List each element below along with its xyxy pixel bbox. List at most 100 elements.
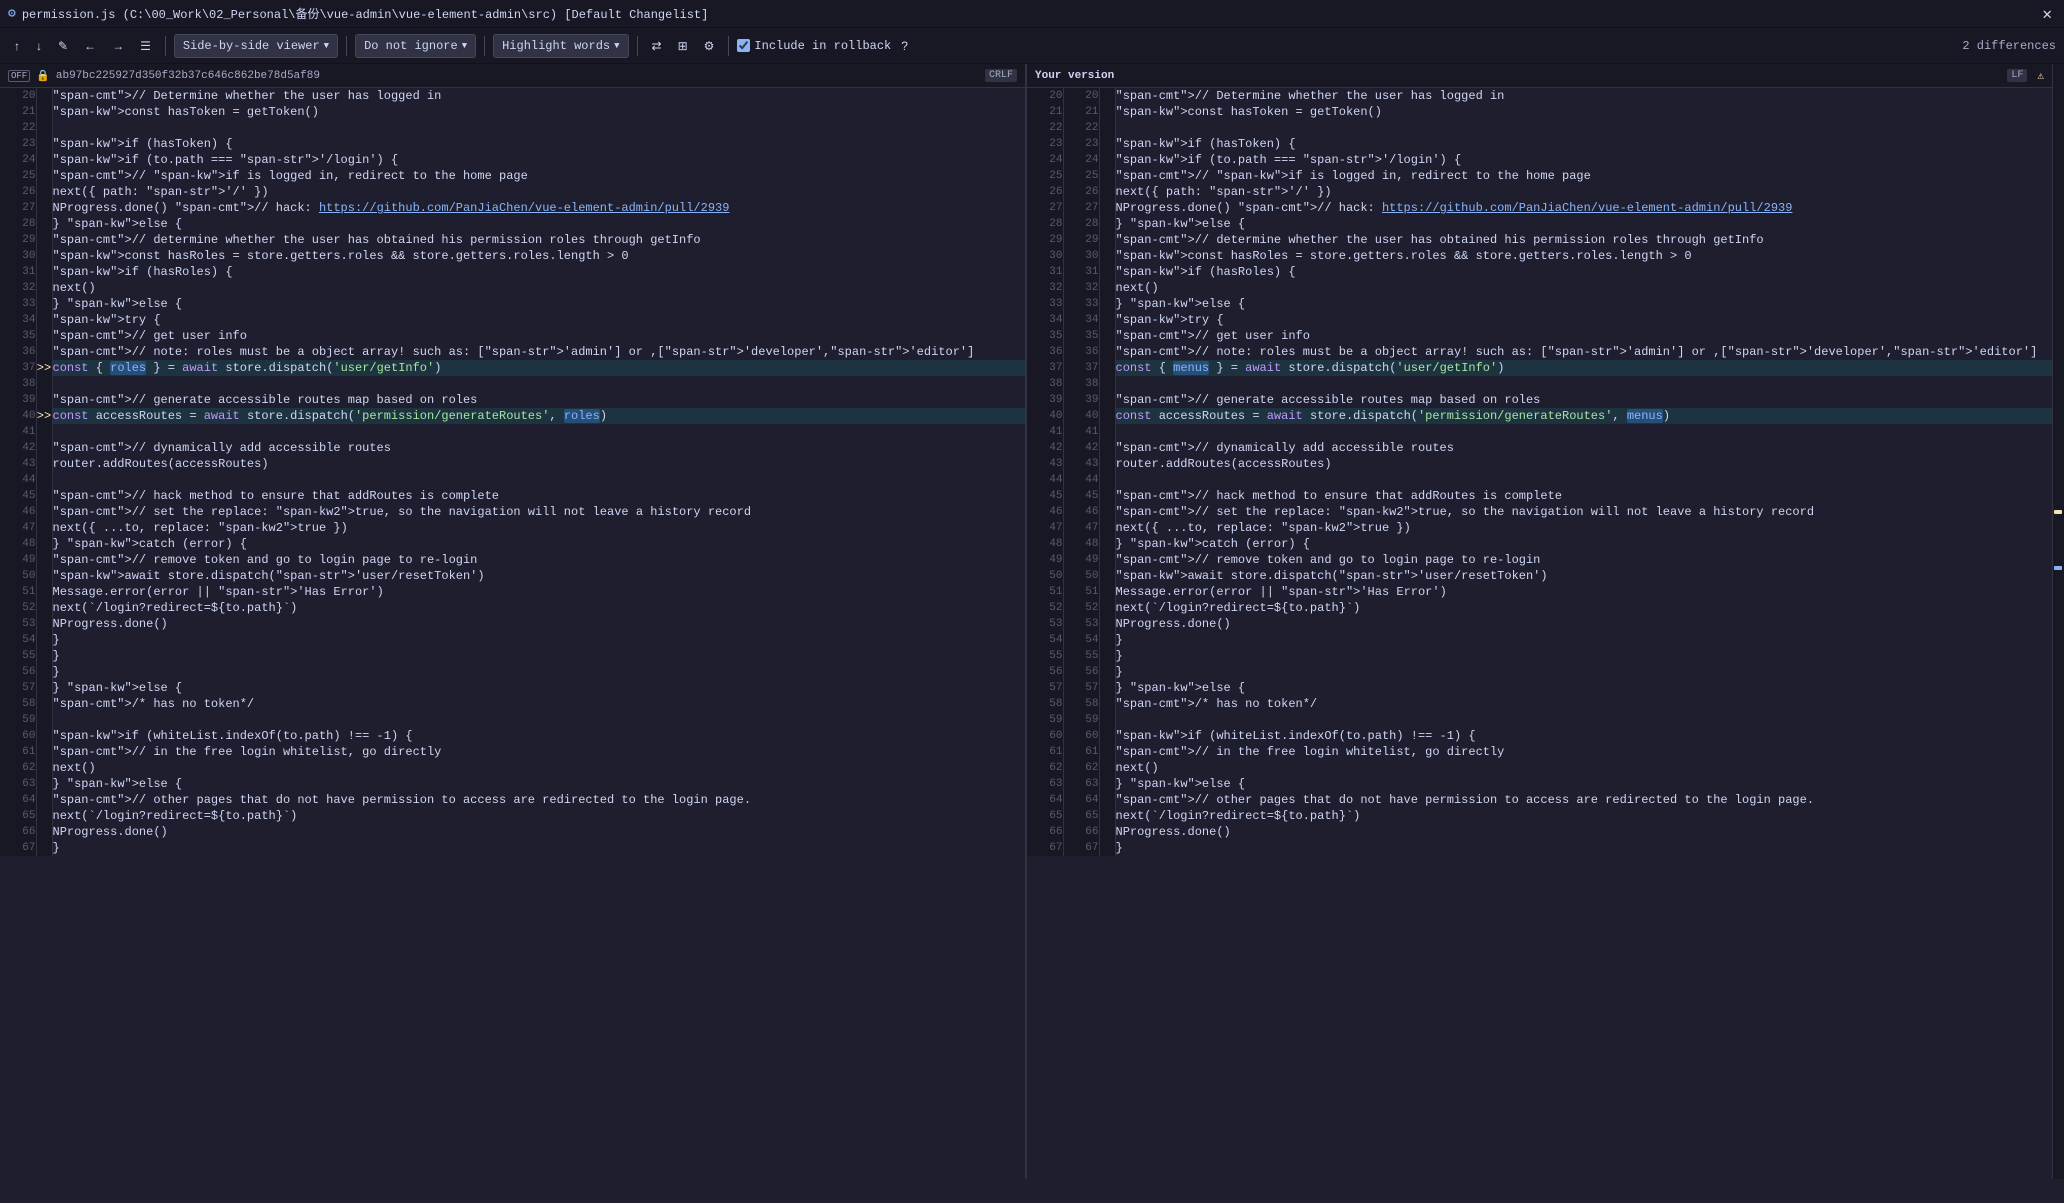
left-diff-marker <box>36 824 52 840</box>
right-diff-marker <box>1099 744 1115 760</box>
right-diff-marker <box>1099 408 1115 424</box>
right-code-cell: } <box>1115 664 2052 680</box>
left-code-cell: "span-cmt">// remove token and go to log… <box>52 552 1025 568</box>
right-line-number: 28 <box>1063 216 1099 232</box>
right-diff-marker <box>1099 488 1115 504</box>
warning-icon: ⚠ <box>2037 69 2044 83</box>
right-diff-marker <box>1099 216 1115 232</box>
left-line-number: 59 <box>0 712 36 728</box>
grid-icon-button[interactable]: ⊞ <box>672 34 694 58</box>
your-version-label: Your version <box>1035 70 1114 82</box>
left-code-cell <box>52 712 1025 728</box>
right-line-number: 66 <box>1063 824 1099 840</box>
right-line-number: 36 <box>1063 344 1099 360</box>
right-line-number: 53 <box>1063 616 1099 632</box>
right-diff-marker <box>1099 344 1115 360</box>
right-line-number: 58 <box>1063 696 1099 712</box>
right-diff-marker <box>1099 104 1115 120</box>
right-code-cell: "span-cmt">// generate accessible routes… <box>1115 392 2052 408</box>
left-diff-marker <box>36 632 52 648</box>
right-line-number: 61 <box>1063 744 1099 760</box>
right-diff-marker <box>1099 184 1115 200</box>
right-line-number-left: 23 <box>1027 136 1063 152</box>
left-diff-marker <box>36 424 52 440</box>
right-diff-marker <box>1099 152 1115 168</box>
left-diff-marker <box>36 312 52 328</box>
right-code-cell: const { menus } = await store.dispatch('… <box>1115 360 2052 376</box>
separator-4 <box>637 36 638 56</box>
right-diff-marker <box>1099 760 1115 776</box>
left-code-cell: "span-cmt">// Determine whether the user… <box>52 88 1025 104</box>
right-line-number: 47 <box>1063 520 1099 536</box>
right-code-cell: "span-kw">if (to.path === "span-str">'/l… <box>1115 152 2052 168</box>
viewer-dropdown[interactable]: Side-by-side viewer ▼ <box>174 34 338 58</box>
right-line-number-left: 63 <box>1027 776 1063 792</box>
right-panel: Your version LF ⚠ 2020"span-cmt">// Dete… <box>1027 64 2052 1179</box>
right-diff-marker <box>1099 712 1115 728</box>
right-diff-marker <box>1099 168 1115 184</box>
right-line-number-left: 45 <box>1027 488 1063 504</box>
right-line-number: 52 <box>1063 600 1099 616</box>
left-diff-marker <box>36 840 52 856</box>
right-code-cell: next({ path: "span-str">'/' }) <box>1115 184 2052 200</box>
left-code-cell: "span-cmt">/* has no token*/ <box>52 696 1025 712</box>
down-button[interactable]: ↓ <box>30 34 48 58</box>
right-line-number-left: 53 <box>1027 616 1063 632</box>
up-button[interactable]: ↑ <box>8 34 26 58</box>
left-line-number: 55 <box>0 648 36 664</box>
edit-button[interactable]: ✎ <box>52 34 74 58</box>
left-line-number: 44 <box>0 472 36 488</box>
right-line-number-left: 27 <box>1027 200 1063 216</box>
right-line-number-left: 36 <box>1027 344 1063 360</box>
forward-button[interactable]: → <box>106 34 130 58</box>
right-line-number: 46 <box>1063 504 1099 520</box>
right-diff-marker <box>1099 504 1115 520</box>
back-button[interactable]: ← <box>78 34 102 58</box>
right-line-number: 67 <box>1063 840 1099 856</box>
menu-button[interactable]: ☰ <box>134 34 157 58</box>
right-line-number-left: 28 <box>1027 216 1063 232</box>
titlebar: ⚙ permission.js (C:\00_Work\02_Personal\… <box>0 0 2064 28</box>
settings-icon-button[interactable]: ⚙ <box>698 34 721 58</box>
left-diff-marker <box>36 488 52 504</box>
left-code-cell: } "span-kw">else { <box>52 216 1025 232</box>
right-diff-marker <box>1099 568 1115 584</box>
filter-icon-button[interactable]: ⇄ <box>646 34 668 58</box>
right-scrollbar-track[interactable] <box>2052 64 2064 1179</box>
ignore-dropdown[interactable]: Do not ignore ▼ <box>355 34 476 58</box>
left-line-number: 65 <box>0 808 36 824</box>
left-code-cell: "span-kw">if (hasRoles) { <box>52 264 1025 280</box>
right-code-cell: next(`/login?redirect=${to.path}`) <box>1115 600 2052 616</box>
right-line-number: 29 <box>1063 232 1099 248</box>
left-code-cell: "span-kw">try { <box>52 312 1025 328</box>
left-file-info: OFF 🔒 ab97bc225927d350f32b37c646c862be78… <box>0 64 1025 88</box>
right-line-number: 43 <box>1063 456 1099 472</box>
left-diff-marker <box>36 552 52 568</box>
include-rollback-label[interactable]: Include in rollback <box>737 39 891 53</box>
right-line-number: 44 <box>1063 472 1099 488</box>
right-code-cell: "span-cmt">/* has no token*/ <box>1115 696 2052 712</box>
left-line-number: 36 <box>0 344 36 360</box>
left-code-cell: const { roles } = await store.dispatch('… <box>52 360 1025 376</box>
left-code-cell: NProgress.done() <box>52 824 1025 840</box>
left-line-number: 66 <box>0 824 36 840</box>
left-code-area[interactable]: 20"span-cmt">// Determine whether the us… <box>0 88 1025 1179</box>
right-file-info: Your version LF ⚠ <box>1027 64 2052 88</box>
right-code-cell: next(`/login?redirect=${to.path}`) <box>1115 808 2052 824</box>
right-line-number-left: 25 <box>1027 168 1063 184</box>
right-line-number-left: 52 <box>1027 600 1063 616</box>
left-diff-marker <box>36 456 52 472</box>
separator-5 <box>728 36 729 56</box>
left-code-cell: "span-kw">const hasToken = getToken() <box>52 104 1025 120</box>
right-diff-marker <box>1099 600 1115 616</box>
right-code-cell: NProgress.done() <box>1115 616 2052 632</box>
left-line-number: 56 <box>0 664 36 680</box>
highlight-dropdown[interactable]: Highlight words ▼ <box>493 34 628 58</box>
include-rollback-checkbox[interactable] <box>737 39 750 52</box>
close-icon[interactable]: ✕ <box>2038 4 2056 24</box>
left-line-number: 26 <box>0 184 36 200</box>
left-code-cell: const accessRoutes = await store.dispatc… <box>52 408 1025 424</box>
help-button[interactable]: ? <box>895 34 914 58</box>
left-code-cell <box>52 376 1025 392</box>
right-code-area[interactable]: 2020"span-cmt">// Determine whether the … <box>1027 88 2052 1179</box>
